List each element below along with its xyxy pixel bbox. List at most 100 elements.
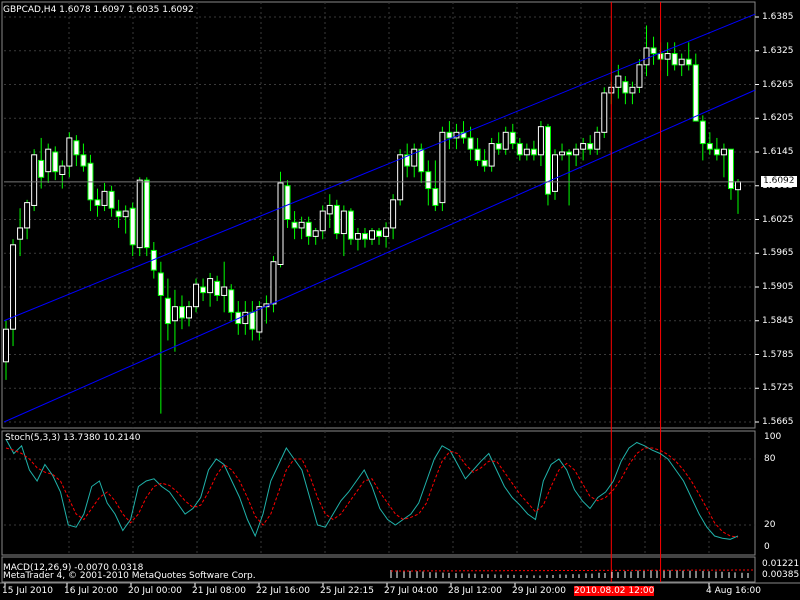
candle [221,261,228,313]
candle-body [249,311,256,330]
time-tick-label: 29 Jul 20:00 [512,586,566,596]
time-tick-label: 16 Jul 20:00 [64,586,118,596]
candle-body [671,53,678,66]
candle-body [369,230,375,240]
candle [474,137,481,167]
candle [467,126,474,161]
stoch-level-label: 100 [764,432,782,442]
candle-body [157,272,164,296]
candle-body [73,140,80,156]
stoch-signal-line [5,447,739,538]
candle [481,149,488,172]
time-tick-label: 22 Jul 16:00 [256,586,310,596]
candle [601,87,608,138]
candle [347,208,354,245]
candle-body [566,151,573,156]
candle [207,272,214,307]
candle [31,149,38,212]
candle [692,53,699,122]
candle [59,160,66,189]
candle-body [601,92,608,133]
time-tick-label: 28 Jul 12:00 [448,586,502,596]
macd-level-label: 0.01221 [762,559,800,569]
candle [52,146,59,181]
candle-body [474,148,481,161]
price-chart[interactable] [0,0,800,600]
candle [735,179,741,214]
candle [157,261,164,414]
candle-body [699,120,706,145]
price-tick-label: 1.6325 [762,45,794,56]
candle [727,148,734,200]
candle [256,301,263,341]
candle [390,194,397,240]
candle-body [544,126,551,195]
candle [143,177,150,257]
metatrader-chart-window: { "header": { "title": "GBPCAD,H4 1.6078… [0,0,800,600]
price-tick-label: 1.5965 [762,248,794,259]
candle-body [390,199,397,229]
candle-body [573,148,580,156]
candle [108,185,115,217]
candle-body [207,278,214,294]
candle-body [256,306,263,333]
candle [559,143,566,161]
candle [622,76,629,105]
candle [17,208,24,257]
candle [544,123,551,206]
candle [312,227,319,245]
candle-body [94,199,101,206]
candle-body [242,311,249,325]
candle [171,289,178,352]
candle [566,149,573,206]
candle-body [45,148,52,173]
candle [298,216,305,240]
macd-level-label: 0.00385 [762,570,800,580]
candle [537,121,544,167]
candle [10,239,17,347]
candle-body [615,75,622,88]
stoch-level-label: 80 [764,454,776,464]
candle [636,59,643,93]
candle-body [129,207,136,246]
chart-title: GBPCAD,H4 1.6078 1.6097 1.6035 1.6092 [3,5,194,15]
candle-body [552,154,558,192]
candle [319,205,326,240]
candle [678,53,685,77]
candle [530,140,537,161]
candle [277,171,284,268]
candle [383,222,390,248]
candle-body [80,154,87,167]
price-tick-label: 1.6025 [762,214,794,225]
price-tick-label: 1.6085 [762,180,794,191]
candle-body [516,143,523,156]
candle [720,143,727,178]
candle [685,42,692,71]
candle-body [622,81,629,94]
candle [66,132,73,178]
candle [488,137,495,172]
candle-body [298,221,305,229]
candle-body [52,151,59,173]
candle-body [411,148,418,167]
candle [80,143,87,172]
candle-body [481,159,488,167]
candle-body [727,148,734,190]
candle-body [291,221,298,229]
time-tick-label: 15 Jul 2010 [2,586,53,596]
candle [446,121,453,150]
price-tick-label: 1.6145 [762,147,794,157]
candle-body [594,131,601,150]
price-tick-label: 1.5725 [762,383,794,394]
time-highlight-label: 2010.08.02 12:00 [574,586,655,596]
candle-body [214,280,221,296]
stoch-main-line [5,438,739,540]
candle-body [580,143,587,150]
candle-body [31,154,38,206]
candle [376,227,383,245]
candle-body [537,126,544,156]
candle [650,36,657,65]
candle [573,143,580,167]
candle-body [24,202,31,229]
candle [45,143,52,183]
